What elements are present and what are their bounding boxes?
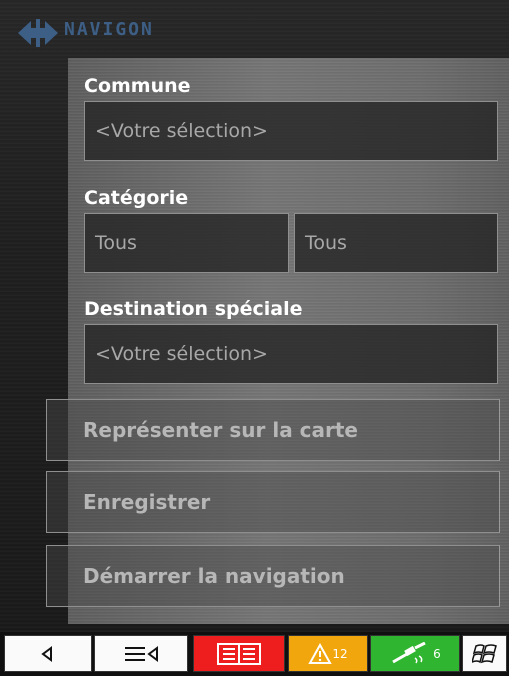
destination-label: Destination spéciale [84, 298, 303, 320]
header: NAVIGON [0, 0, 509, 58]
brand-name: NAVIGON [64, 19, 154, 40]
bottom-toolbar: 12 6 [0, 632, 509, 676]
windows-button[interactable] [462, 635, 507, 672]
show-on-map-button[interactable]: Représenter sur la carte [46, 399, 500, 461]
commune-field[interactable]: <Votre sélection> [84, 101, 498, 161]
book-button[interactable] [193, 635, 285, 672]
categorie-field-1[interactable]: Tous [84, 213, 289, 273]
warnings-button[interactable]: 12 [288, 635, 368, 672]
book-icon [217, 642, 261, 665]
start-navigation-button[interactable]: Démarrer la navigation [46, 545, 500, 607]
gps-status-button[interactable]: 6 [370, 635, 460, 672]
categorie-field-2[interactable]: Tous [294, 213, 498, 273]
back-arrow-icon [41, 645, 52, 662]
warning-count: 12 [332, 646, 348, 661]
warning-icon [308, 642, 333, 664]
gps-count: 6 [433, 646, 441, 661]
commune-label: Commune [84, 75, 191, 97]
destination-field[interactable]: <Votre sélection> [84, 324, 498, 384]
navigon-logo-icon [18, 19, 58, 47]
back-button[interactable] [4, 635, 92, 672]
categorie-label: Catégorie [84, 187, 189, 209]
windows-flag-icon [471, 643, 497, 663]
menu-icon [125, 645, 158, 662]
save-button[interactable]: Enregistrer [46, 471, 500, 533]
app-screen: NAVIGON Commune <Votre sélection> Catégo… [0, 0, 509, 632]
menu-button[interactable] [94, 635, 188, 672]
satellite-icon [392, 641, 426, 663]
